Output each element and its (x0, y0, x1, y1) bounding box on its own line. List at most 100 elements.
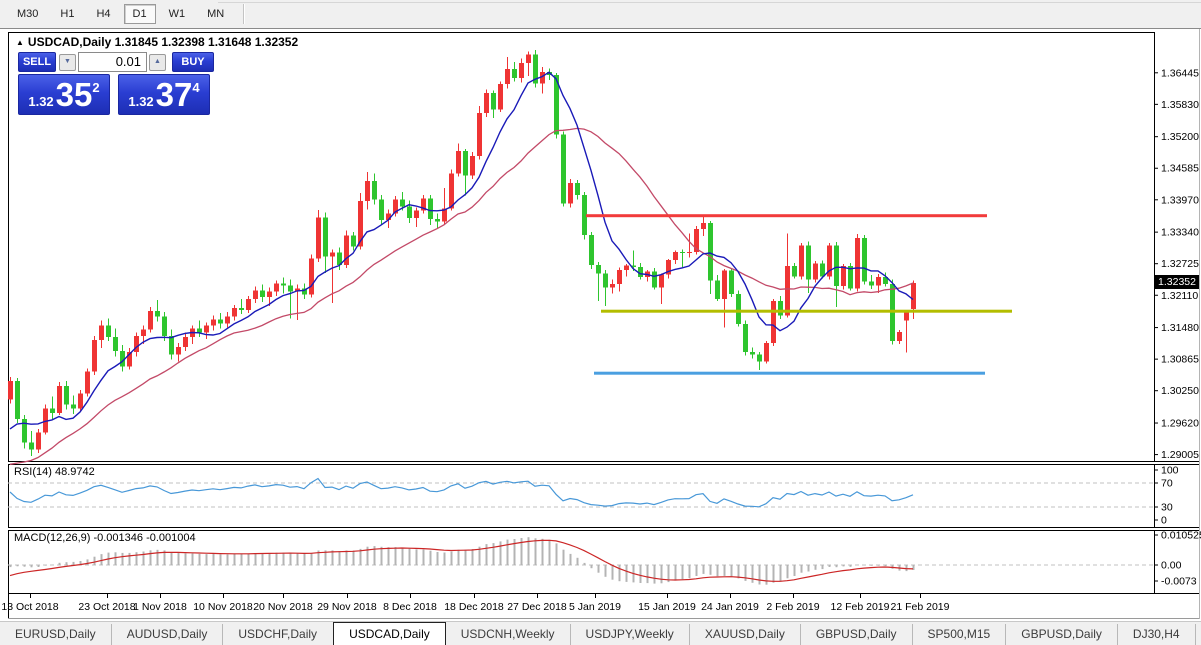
macd-signal-line (9, 539, 914, 582)
tab-usdcnh-weekly[interactable]: USDCNH,Weekly (446, 624, 570, 645)
chart-canvas[interactable]: 1.36445 1.35830 1.35200 1.34585 1.33970 1.333… (0, 29, 1201, 645)
candle-up (799, 242, 804, 280)
sell-button[interactable]: SELL (18, 52, 56, 72)
tab-gbpusd-daily[interactable]: GBPUSD,Daily (799, 624, 912, 645)
timeframe-button-w1[interactable]: W1 (160, 4, 195, 24)
timeframe-toolbar: M30 H1 H4 D1 W1 MN (0, 0, 1201, 29)
lot-decrease-button[interactable]: ▼ (59, 54, 76, 71)
rsi-axis-label: 100 (1161, 465, 1179, 477)
tab-eurusd-daily[interactable]: EURUSD,Daily (0, 624, 111, 645)
buy-price-quote[interactable]: 1.32 37 4 (118, 74, 210, 115)
price-axis-label: 1.34585 (1161, 163, 1199, 175)
candle-up (904, 311, 909, 353)
timeframe-button-mn[interactable]: MN (198, 4, 233, 24)
sell-price-quote[interactable]: 1.32 35 2 (18, 74, 110, 115)
candle-up (274, 280, 279, 296)
price-axis-label: 1.29620 (1161, 418, 1199, 430)
timeframe-button-d1[interactable]: D1 (123, 4, 156, 24)
sell-price-prefix: 1.32 (28, 93, 54, 109)
rsi-axis-label: 0 (1161, 515, 1167, 527)
candle-up (57, 381, 62, 415)
chart-window[interactable]: 1.36445 1.35830 1.35200 1.34585 1.33970 1.333… (0, 29, 1201, 621)
date-axis-label: 29 Nov 2018 (317, 601, 377, 613)
candle-up (365, 172, 370, 210)
date-axis-label: 15 Jan 2019 (638, 601, 696, 613)
lot-size-field[interactable]: 0.01 (78, 52, 147, 72)
candle-down (652, 268, 657, 290)
candle-up (85, 368, 90, 397)
candle-up (470, 152, 475, 179)
candle-up (43, 404, 48, 435)
candle-up (92, 335, 97, 375)
price-axis-label: 1.30250 (1161, 385, 1199, 397)
candle-down (533, 49, 538, 88)
spin-down-icon: ▼ (64, 58, 71, 65)
candle-up (813, 260, 818, 283)
price-axis-label: 1.36445 (1161, 67, 1199, 79)
candle-down (792, 262, 797, 279)
candle-up (183, 332, 188, 352)
tab-sp500-m15[interactable]: SP500,M15 (911, 624, 1006, 645)
candle-down (435, 213, 440, 229)
rsi-line (9, 477, 914, 508)
date-axis-label: 18 Dec 2018 (444, 601, 504, 613)
tab-usdchf-daily[interactable]: USDCHF,Daily (222, 624, 332, 645)
panel-frames (8, 29, 1200, 619)
candle-down (862, 235, 867, 285)
tab-gbpusd-daily-2[interactable]: GBPUSD,Daily (1005, 624, 1117, 645)
tab-audusd-daily[interactable]: AUDUSD,Daily (110, 624, 223, 645)
candle-up (134, 332, 139, 357)
date-axis[interactable]: 13 Oct 2018 23 Oct 20181 Nov 2018 10 Nov 2… (1, 594, 950, 613)
tab-xauusd-daily[interactable]: XAUUSD,Daily (688, 624, 800, 645)
date-axis-label: 27 Dec 2018 (507, 601, 567, 613)
chart-title: ▲ USDCAD,Daily 1.31845 1.32398 1.31648 1.… (16, 35, 298, 49)
tab-usdjpy-weekly[interactable]: USDJPY,Weekly (569, 624, 689, 645)
lot-increase-button[interactable]: ▲ (149, 54, 166, 71)
price-axis[interactable]: 1.36445 1.35830 1.35200 1.34585 1.33970 1.333… (1154, 67, 1201, 588)
horizontal-level-lines (586, 214, 1012, 375)
timeframe-button-h1[interactable]: H1 (51, 4, 83, 24)
candle-down (638, 262, 643, 280)
candle-up (785, 233, 790, 318)
date-axis-label: 2 Feb 2019 (766, 601, 819, 613)
candle-down (834, 241, 839, 308)
collapse-triangle-icon[interactable]: ▲ (16, 38, 24, 47)
candle-up (568, 178, 573, 208)
candle-up (36, 429, 41, 453)
candle-up (484, 89, 489, 118)
slow-ma-line (9, 127, 914, 465)
macd-axis-label: 0.010525 (1161, 530, 1201, 542)
macd-panel-layer (8, 537, 1154, 585)
candle-down (218, 313, 223, 329)
candle-up (897, 330, 902, 344)
candle-up (309, 254, 314, 298)
candle-up (148, 307, 153, 333)
price-axis-label: 1.35200 (1161, 131, 1199, 143)
candle-up (498, 81, 503, 113)
candle-up (519, 58, 524, 83)
candle-up (771, 298, 776, 347)
candle-down (50, 396, 55, 420)
date-axis-label: 20 Nov 2018 (253, 601, 313, 613)
candle-down (169, 329, 174, 360)
tab-tech1[interactable]: TECH1 (1194, 624, 1201, 645)
buy-button[interactable]: BUY (172, 52, 214, 72)
tab-usdcad-daily[interactable]: USDCAD,Daily (333, 622, 446, 645)
candle-down (372, 173, 377, 205)
candle-down (155, 299, 160, 322)
candle-up (617, 267, 622, 292)
candle-up (540, 66, 545, 94)
timeframe-button-m30[interactable]: M30 (8, 4, 47, 24)
price-axis-label: 1.33340 (1161, 227, 1199, 239)
timeframe-button-h4[interactable]: H4 (87, 4, 119, 24)
candle-down (512, 61, 517, 82)
candle-down (743, 320, 748, 356)
candle-up (701, 216, 706, 237)
candle-down (729, 269, 734, 297)
candle-down (71, 395, 76, 414)
candle-up (225, 312, 230, 328)
tab-dj30-h4[interactable]: DJ30,H4 (1116, 624, 1195, 645)
candle-up (722, 269, 727, 328)
candle-up (477, 105, 482, 160)
macd-indicator-label: MACD(12,26,9) -0.001346 -0.001004 (14, 532, 196, 544)
